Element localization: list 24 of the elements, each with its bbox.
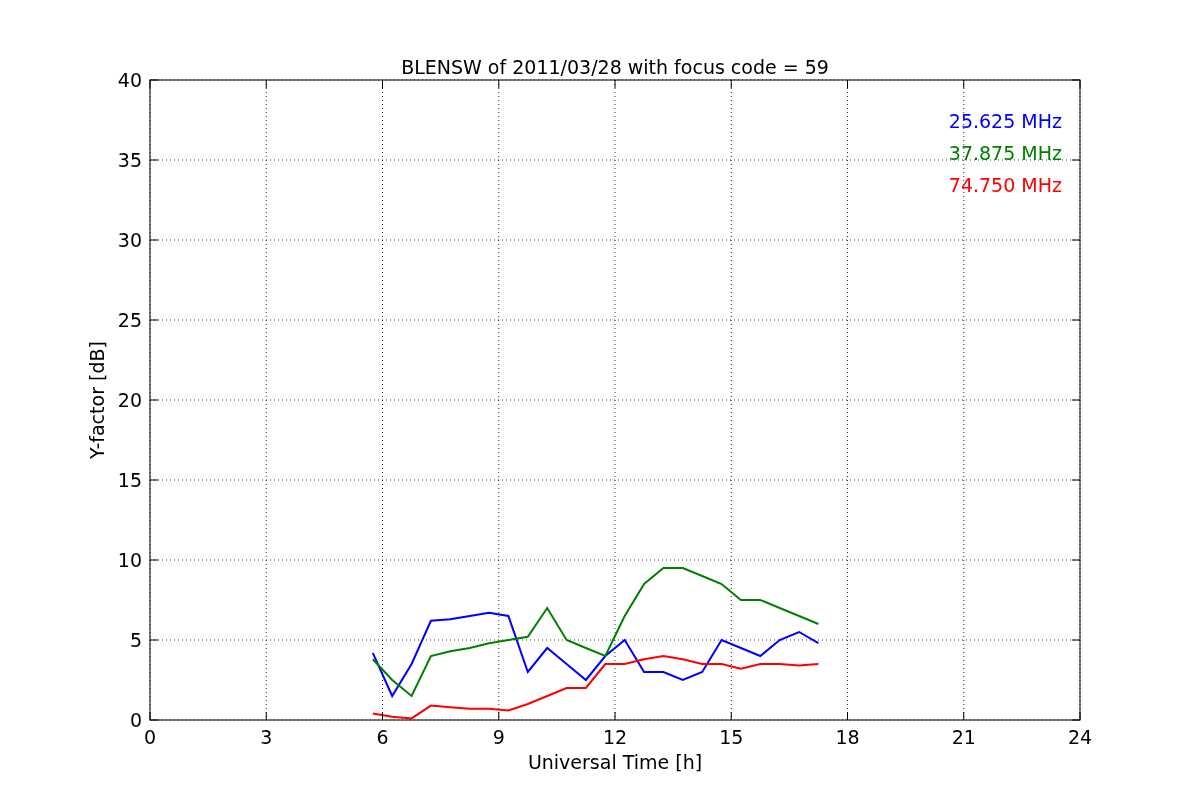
legend-label: 25.625 MHz — [948, 110, 1062, 132]
x-tick-label: 12 — [602, 726, 628, 748]
y-axis-label: Y-factor [dB] — [86, 341, 108, 459]
legend-label: 74.750 MHz — [948, 174, 1062, 196]
y-tick-label: 5 — [129, 629, 142, 651]
y-tick-label: 35 — [117, 149, 142, 171]
x-tick-label: 3 — [260, 726, 273, 748]
y-tick-label: 0 — [129, 709, 142, 731]
chart-title: BLENSW of 2011/03/28 with focus code = 59 — [401, 56, 829, 78]
y-tick-label: 30 — [117, 229, 142, 251]
legend-label: 37.875 MHz — [948, 142, 1062, 164]
x-axis-label: Universal Time [h] — [527, 751, 703, 773]
y-tick-label: 10 — [117, 549, 142, 571]
x-tick-label: 15 — [719, 726, 744, 748]
x-tick-label: 0 — [143, 726, 157, 748]
y-tick-label: 15 — [117, 469, 142, 491]
x-tick-label: 24 — [1067, 726, 1093, 748]
x-tick-label: 21 — [951, 726, 976, 748]
y-tick-label: 40 — [117, 69, 142, 91]
y-tick-label: 25 — [117, 309, 142, 331]
y-tick-label: 20 — [117, 389, 142, 411]
x-tick-label: 18 — [835, 726, 860, 748]
x-tick-label: 6 — [376, 726, 389, 748]
x-tick-label: 9 — [492, 726, 505, 748]
